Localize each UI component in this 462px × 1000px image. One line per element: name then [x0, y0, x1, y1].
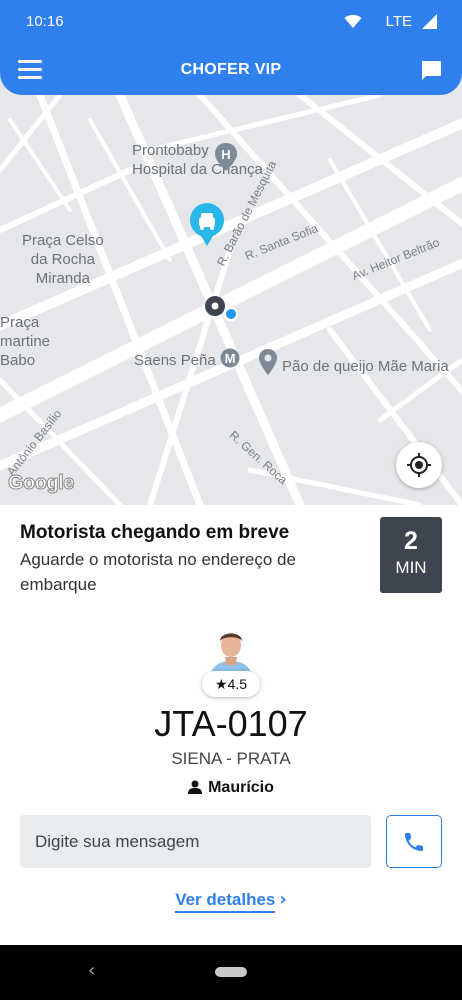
view-details-link[interactable]: Ver detalhes › [0, 889, 462, 913]
svg-text:M: M [225, 351, 236, 366]
place-pin-icon [259, 349, 277, 375]
chevron-right-icon: › [279, 889, 287, 910]
status-time: 10:16 [26, 13, 64, 30]
arrival-title: Motorista chegando em breve [20, 522, 290, 543]
call-driver-button[interactable] [386, 815, 442, 868]
metro-icon: M [220, 348, 240, 368]
crosshair-icon [407, 453, 431, 477]
chat-icon[interactable] [420, 60, 442, 82]
wifi-icon [344, 14, 362, 28]
phone-icon [405, 832, 423, 851]
eta-value: 2 [404, 527, 418, 555]
system-nav-bar: ‹ [0, 945, 462, 1000]
driver-rating: ★4.5 [202, 671, 260, 697]
map-label-pao-de-queijo: Pão de queijo Mãe Maria [282, 358, 449, 375]
recenter-button[interactable] [396, 442, 442, 488]
driver-name-row: Maurício [0, 779, 462, 797]
map-label-praca-celso: Praça Celso da Rocha Miranda [22, 232, 104, 287]
map-label-prontobaby: Prontobaby Hospital da Criança [132, 142, 263, 178]
vehicle-model: SIENA - PRATA [171, 749, 291, 768]
home-pill[interactable] [215, 967, 247, 977]
person-icon [188, 780, 203, 794]
svg-text:H: H [221, 147, 230, 162]
ride-status-panel: Motorista chegando em breve Aguarde o mo… [0, 505, 462, 945]
map-label-praca-martine: Praça martine Babo [0, 314, 51, 369]
user-location-icon [205, 296, 239, 322]
eta-unit: MIN [395, 558, 427, 577]
driver-avatar [201, 619, 261, 679]
eta-badge: 2 MIN [380, 517, 442, 593]
car-marker-icon[interactable] [188, 203, 226, 247]
view-details-label: Ver detalhes [175, 890, 276, 913]
arrival-subtitle: Aguarde o motorista no endereço de embar… [20, 550, 296, 594]
message-input[interactable] [20, 815, 371, 868]
network-type: LTE [385, 13, 412, 30]
status-bar: 10:16 LTE [0, 0, 462, 44]
app-header: 10:16 LTE CHOFER VIP [0, 0, 462, 95]
signal-icon [422, 14, 437, 29]
hospital-icon: H [215, 143, 237, 171]
driver-photo [201, 619, 261, 679]
app-title: CHOFER VIP [180, 61, 282, 78]
vehicle-plate: JTA-0107 [154, 703, 308, 744]
map-label-saens-pena: Saens Peña [134, 352, 216, 369]
driver-name: Maurício [208, 779, 274, 796]
google-attribution: Google [8, 472, 75, 495]
back-icon[interactable]: ‹ [88, 960, 95, 981]
